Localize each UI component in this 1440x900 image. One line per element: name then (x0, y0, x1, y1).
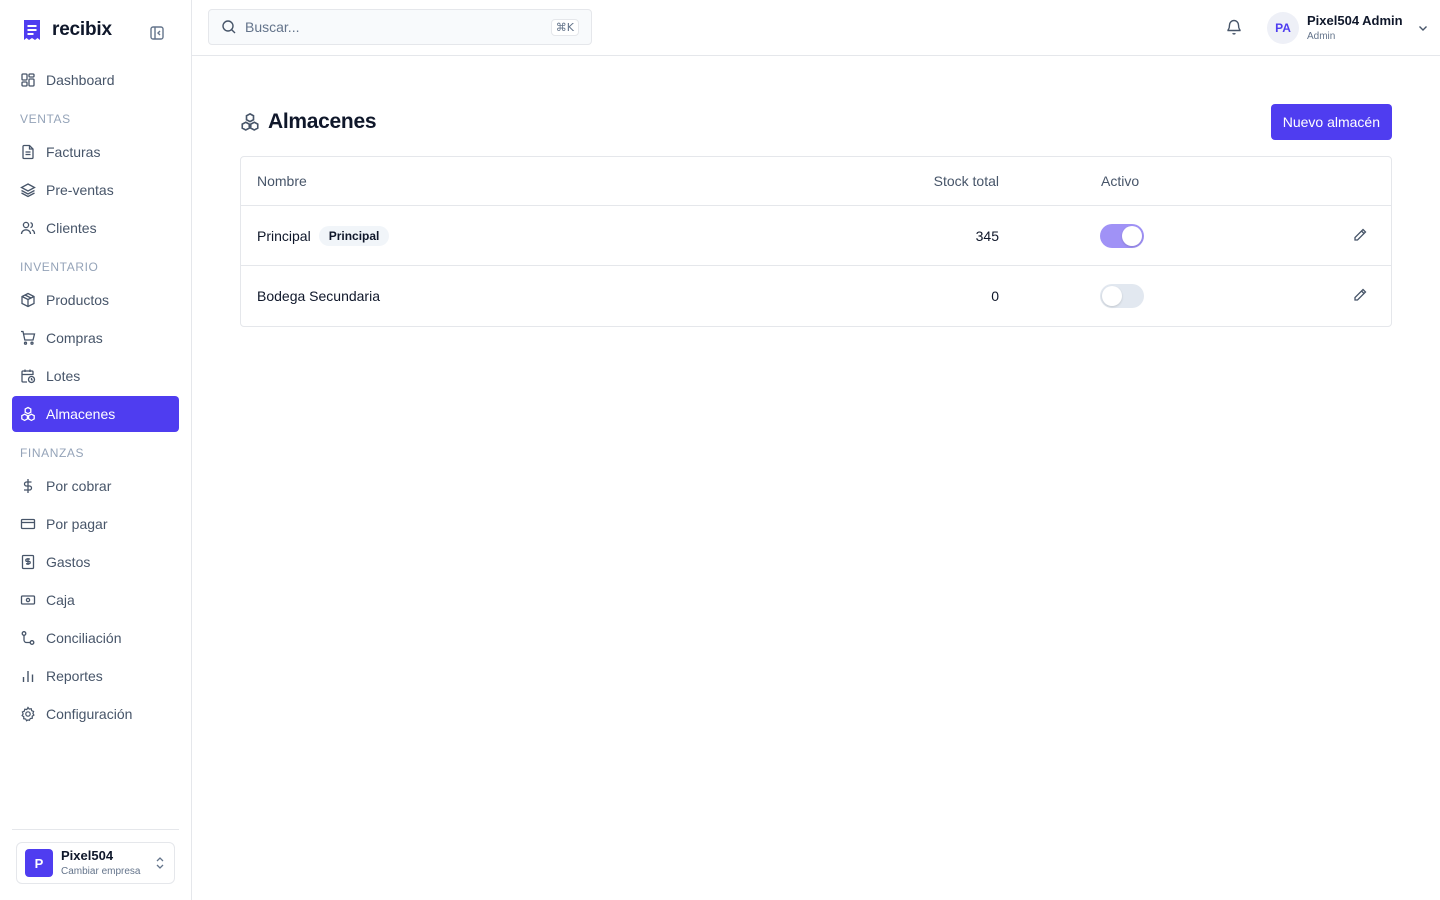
sidebar-item-conciliacion[interactable]: Conciliación (12, 620, 179, 656)
bar-chart-icon (22, 671, 34, 682)
sidebar-item-label: Productos (46, 292, 110, 308)
sidebar-item-clientes[interactable]: Clientes (12, 210, 179, 246)
warehouses-table: Nombre Stock total Activo Principal Prin… (240, 156, 1392, 327)
column-header-name[interactable]: Nombre (257, 173, 857, 189)
toggle-knob (1102, 286, 1122, 306)
edit-button[interactable] (1352, 227, 1370, 245)
page-title: Almacenes (268, 110, 377, 133)
nav-section-finanzas: FINANZAS (20, 446, 85, 460)
sidebar-item-dashboard[interactable]: Dashboard (12, 62, 179, 98)
column-header-active-label: Activo (1101, 173, 1140, 189)
brand-name: recibix (52, 19, 112, 40)
sidebar-item-facturas[interactable]: Facturas (12, 134, 179, 170)
banknote-icon (20, 595, 36, 605)
sidebar-item-gastos[interactable]: Gastos (12, 544, 179, 580)
sidebar-item-caja[interactable]: Caja (12, 582, 179, 618)
sidebar-item-label: Dashboard (46, 72, 115, 88)
sidebar-item-label: Almacenes (46, 406, 116, 422)
shopping-cart-icon (21, 330, 36, 345)
sidebar-nav: Dashboard VENTAS Facturas Pre-ventas Cli… (12, 62, 179, 734)
chevron-down-icon (1418, 26, 1427, 31)
toggle-knob (1122, 225, 1142, 246)
collapse-sidebar-button[interactable] (148, 24, 166, 42)
settings-icon (21, 706, 35, 722)
table-row[interactable]: Principal Principal 345 (241, 206, 1391, 266)
search-shortcut: ⌘K (550, 18, 579, 36)
dashboard-icon (21, 73, 35, 87)
git-compare-icon (21, 631, 35, 645)
pencil-icon (1354, 228, 1367, 241)
table-header-row: Nombre Stock total Activo (241, 157, 1391, 206)
credit-card-icon (20, 518, 36, 530)
sidebar-item-productos[interactable]: Productos (12, 282, 179, 318)
column-header-stock[interactable]: Stock total (857, 173, 999, 189)
table-row[interactable]: Bodega Secundaria 0 (241, 266, 1391, 326)
panel-left-close-icon (150, 26, 164, 40)
sidebar-item-label: Por cobrar (46, 478, 112, 494)
nav-section-ventas: VENTAS (20, 112, 71, 126)
file-text-icon (22, 144, 34, 160)
warehouse-name: Bodega Secundaria (257, 288, 380, 304)
warehouse-stock: 0 (991, 288, 999, 304)
sidebar-item-lotes[interactable]: Lotes (12, 358, 179, 394)
sidebar-item-configuracion[interactable]: Configuración (12, 696, 179, 732)
sidebar-item-por-cobrar[interactable]: Por cobrar (12, 468, 179, 504)
warehouse-name: Principal (257, 227, 311, 244)
sidebar-item-label: Por pagar (46, 516, 108, 532)
brand[interactable]: recibix (22, 18, 112, 42)
layers-icon (20, 183, 36, 198)
receipt-logo-icon (24, 20, 40, 40)
user-name: Pixel504 Admin (1307, 13, 1403, 29)
receipt-icon (21, 554, 35, 570)
notifications-button[interactable] (1225, 18, 1245, 38)
dollar-sign-icon (23, 479, 33, 493)
calendar-clock-icon (21, 369, 36, 384)
sidebar-item-label: Gastos (46, 554, 91, 570)
company-avatar: P (25, 849, 53, 877)
sidebar-item-label: Conciliación (46, 630, 122, 646)
topbar: Buscar... ⌘K PA Pixel504 Admin Admin (192, 0, 1440, 56)
sidebar-item-label: Caja (46, 592, 75, 608)
avatar: PA (1267, 12, 1299, 44)
search-icon (222, 20, 236, 34)
user-role: Admin (1307, 30, 1336, 42)
sidebar-item-label: Compras (46, 330, 103, 346)
edit-button[interactable] (1352, 287, 1370, 305)
primary-badge: Principal (318, 225, 390, 246)
column-header-active[interactable]: Activo (999, 173, 1243, 189)
sidebar-item-label: Clientes (46, 220, 97, 236)
search-input[interactable]: Buscar... ⌘K (208, 9, 592, 45)
sidebar-item-por-pagar[interactable]: Por pagar (12, 506, 179, 542)
company-switch-label: Cambiar empresa (61, 865, 141, 877)
pencil-icon (1354, 288, 1367, 301)
active-toggle[interactable] (1100, 284, 1144, 308)
sidebar-item-pre-ventas[interactable]: Pre-ventas (12, 172, 179, 208)
company-switcher[interactable]: P Pixel504 Cambiar empresa (16, 842, 175, 884)
boxes-icon (241, 112, 259, 131)
sidebar-item-reportes[interactable]: Reportes (12, 658, 179, 694)
sidebar-item-label: Reportes (46, 668, 103, 684)
user-menu[interactable]: PA Pixel504 Admin Admin (1267, 11, 1429, 45)
sidebar-divider (12, 829, 179, 830)
sidebar-item-almacenes[interactable]: Almacenes (12, 396, 179, 432)
users-icon (20, 221, 36, 235)
sidebar-item-label: Configuración (46, 706, 133, 722)
sidebar-item-label: Facturas (46, 144, 101, 160)
package-icon (21, 292, 35, 308)
company-name: Pixel504 (61, 848, 114, 864)
active-toggle[interactable] (1100, 223, 1144, 248)
sidebar-item-label: Lotes (46, 368, 81, 384)
sidebar: recibix Dashboard VENTAS Facturas Pre-ve… (0, 0, 192, 900)
sidebar-item-label: Pre-ventas (46, 182, 114, 198)
bell-icon (1227, 19, 1241, 35)
chevrons-up-down-icon (156, 857, 164, 869)
page-header: Almacenes Nuevo almacén (240, 104, 1392, 140)
nav-section-inventario: INVENTARIO (20, 260, 99, 274)
boxes-icon (21, 406, 35, 422)
warehouse-stock: 345 (975, 227, 999, 244)
new-warehouse-button[interactable]: Nuevo almacén (1270, 104, 1392, 140)
sidebar-item-compras[interactable]: Compras (12, 320, 179, 356)
search-placeholder: Buscar... (245, 19, 300, 35)
